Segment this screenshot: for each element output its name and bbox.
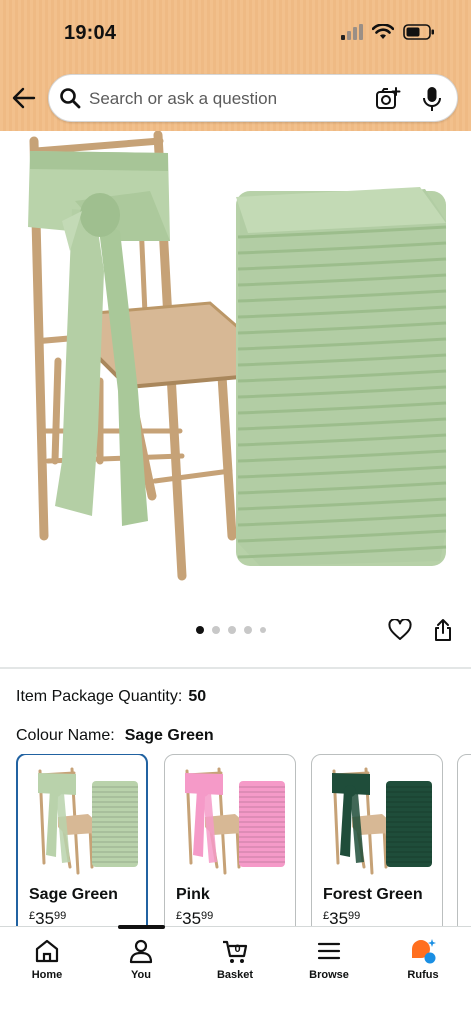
gallery-dot[interactable] — [260, 627, 266, 633]
swatch-price: £3599 — [29, 909, 66, 926]
status-time: 19:04 — [64, 22, 117, 44]
battery-icon — [403, 24, 434, 40]
nav-rufus[interactable]: Rufus — [388, 937, 458, 997]
rufus-icon — [412, 939, 436, 964]
section-divider — [0, 667, 471, 669]
swatch-thumbnail — [38, 767, 138, 875]
swatch-thumbnail — [332, 767, 432, 875]
swatch-name: Forest Green — [323, 886, 423, 903]
swatch-price-whole: 35 — [182, 909, 202, 926]
colour-name-label: Colour Name: — [16, 727, 115, 744]
swatch-price-whole: 35 — [329, 909, 349, 926]
home-icon — [35, 939, 59, 963]
product-image[interactable] — [0, 131, 471, 601]
nav-you[interactable]: You — [106, 937, 176, 997]
status-icons — [341, 24, 435, 40]
swatch-price-currency: £ — [323, 910, 330, 922]
swatch-price-fraction: 99 — [348, 910, 361, 922]
search-input[interactable]: Search or ask a question — [48, 74, 458, 122]
swatch-name: Sage Green — [29, 886, 118, 903]
package-quantity-row: Item Package Quantity: 50 — [16, 688, 206, 706]
swatch-price-currency: £ — [176, 910, 183, 922]
gallery-dot[interactable] — [212, 626, 220, 634]
search-icon — [60, 88, 81, 109]
swatch-price-fraction: 99 — [54, 910, 67, 922]
camera-search-icon[interactable] — [375, 86, 401, 112]
swatch-name: Pink — [176, 886, 210, 903]
swatch-partial[interactable] — [457, 754, 471, 926]
swatch-price-fraction: 99 — [201, 910, 214, 922]
microphone-icon[interactable] — [421, 86, 443, 112]
status-bar: 19:04 — [0, 0, 471, 68]
back-arrow-icon[interactable] — [10, 84, 38, 112]
colour-name-row: Colour Name: Sage Green — [16, 727, 214, 745]
gallery-pagination — [196, 626, 266, 634]
nav-rufus-label: Rufus — [407, 969, 439, 981]
basket-icon: 0 — [223, 940, 248, 963]
swatch-pink[interactable]: Pink £3599 — [164, 754, 296, 926]
basket-count: 0 — [234, 943, 240, 955]
nav-you-label: You — [131, 969, 151, 981]
signal-icon — [341, 24, 363, 40]
swatch-price-whole: 35 — [35, 909, 55, 926]
nav-browse[interactable]: Browse — [294, 937, 364, 997]
nav-home-label: Home — [31, 969, 63, 981]
swatch-thumbnail — [185, 767, 285, 875]
nav-active-indicator — [118, 925, 165, 929]
swatch-price: £3599 — [176, 909, 213, 926]
nav-browse-label: Browse — [309, 969, 349, 981]
bottom-nav: Home You 0 Basket Browse Rufus — [0, 925, 471, 1024]
app-header: 19:04 Search or ask a question — [0, 0, 471, 131]
search-row: Search or ask a question — [0, 74, 471, 122]
nav-home[interactable]: Home — [12, 937, 82, 997]
heart-icon[interactable] — [388, 619, 412, 641]
package-quantity-label: Item Package Quantity: — [16, 688, 183, 705]
gallery-dot[interactable] — [244, 626, 252, 634]
swatch-price-currency: £ — [29, 910, 36, 922]
menu-icon — [317, 942, 341, 960]
swatch-price: £3599 — [323, 909, 360, 926]
chair-sash-napkins-illustration — [28, 131, 447, 581]
package-quantity-value: 50 — [188, 688, 207, 705]
colour-swatches: Sage Green £3599 Pink £3599 Forest Green £359… — [16, 754, 471, 926]
wifi-icon — [372, 24, 394, 39]
colour-name-value: Sage Green — [124, 727, 214, 744]
search-placeholder: Search or ask a question — [89, 89, 278, 108]
user-icon — [129, 939, 153, 964]
gallery-dot-active[interactable] — [196, 626, 204, 634]
nav-basket[interactable]: 0 Basket — [200, 937, 270, 997]
nav-basket-label: Basket — [216, 969, 254, 981]
share-icon[interactable] — [433, 618, 453, 642]
swatch-forest-green[interactable]: Forest Green £3599 — [311, 754, 443, 926]
gallery-dot[interactable] — [228, 626, 236, 634]
swatch-sage-green[interactable]: Sage Green £3599 — [16, 754, 148, 926]
